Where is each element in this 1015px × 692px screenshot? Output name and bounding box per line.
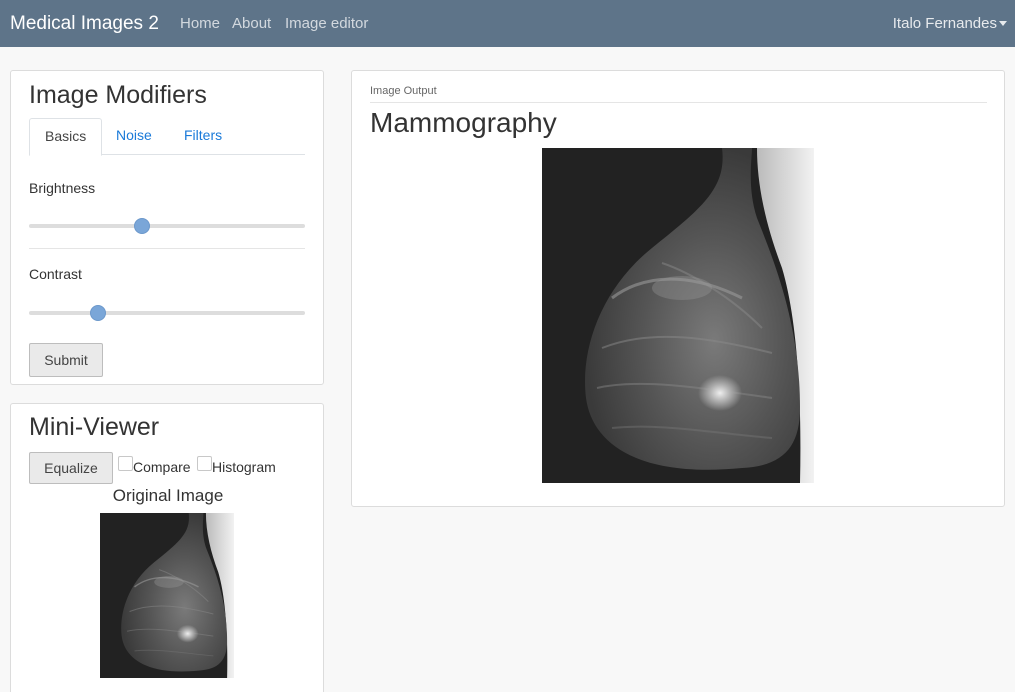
output-mammogram-image xyxy=(542,148,814,483)
tab-basics[interactable]: Basics xyxy=(29,118,103,156)
image-output-card: Image Output Mammography xyxy=(351,70,1005,507)
tab-filters[interactable]: Filters xyxy=(169,118,237,155)
brightness-label: Brightness xyxy=(29,180,96,196)
brightness-slider[interactable] xyxy=(29,218,305,234)
brightness-slider-thumb[interactable] xyxy=(134,218,151,234)
contrast-label: Contrast xyxy=(29,266,82,282)
contrast-slider-thumb[interactable] xyxy=(90,305,106,321)
histogram-label: Histogram xyxy=(212,459,276,475)
navbar: Medical Images 2 Home About Image editor… xyxy=(0,0,1015,47)
nav-link-image-editor[interactable]: Image editor xyxy=(285,15,368,32)
tab-noise[interactable]: Noise xyxy=(101,118,167,155)
caret-down-icon xyxy=(999,21,1007,26)
histogram-checkbox[interactable] xyxy=(197,456,212,471)
user-name: Italo Fernandes xyxy=(892,15,997,32)
compare-checkbox[interactable] xyxy=(118,456,133,471)
mini-viewer-card: Mini-Viewer Equalize Compare Histogram O… xyxy=(10,403,324,692)
mini-viewer-title: Mini-Viewer xyxy=(29,413,160,441)
nav-link-home[interactable]: Home xyxy=(180,15,220,32)
original-image-caption: Original Image xyxy=(112,486,224,505)
nav-link-about[interactable]: About xyxy=(232,15,271,32)
compare-label: Compare xyxy=(133,459,191,475)
contrast-slider[interactable] xyxy=(29,305,305,321)
image-modifiers-card: Image Modifiers Basics Noise Filters Bri… xyxy=(10,70,324,385)
modifier-tabs: Basics Noise Filters xyxy=(29,118,305,156)
divider xyxy=(29,248,305,249)
output-title: Mammography xyxy=(370,107,557,138)
user-menu[interactable]: Italo Fernandes xyxy=(892,15,1007,32)
original-mammogram-image xyxy=(100,513,234,678)
brand-title[interactable]: Medical Images 2 xyxy=(10,13,159,35)
submit-button[interactable]: Submit xyxy=(29,343,103,377)
output-divider xyxy=(370,102,987,103)
image-modifiers-title: Image Modifiers xyxy=(29,81,207,109)
equalize-button[interactable]: Equalize xyxy=(29,452,113,484)
image-output-caption: Image Output xyxy=(370,85,437,97)
